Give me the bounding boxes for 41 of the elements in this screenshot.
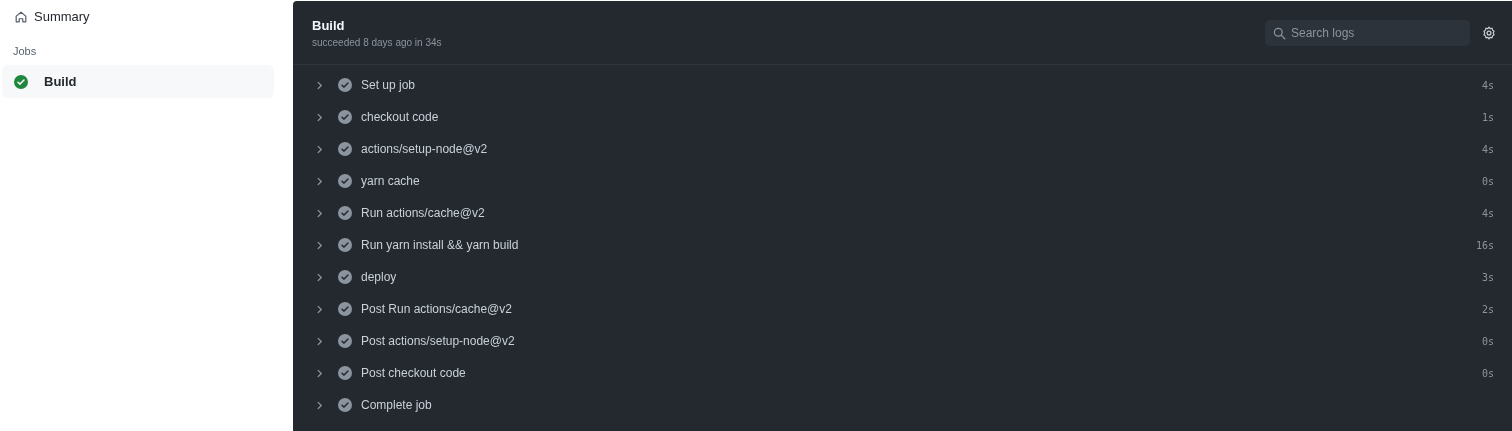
- step-name: Post checkout code: [361, 366, 467, 380]
- step-duration: 0s: [1481, 335, 1494, 347]
- step-duration: 0s: [1481, 175, 1494, 187]
- step-row[interactable]: checkout code 1s: [293, 101, 1512, 133]
- settings-icon[interactable]: [1482, 25, 1496, 40]
- step-name: Complete job: [361, 398, 433, 412]
- step-name: Set up job: [361, 78, 417, 92]
- step-duration: 1s: [1481, 111, 1494, 123]
- jobs-heading: Jobs: [12, 44, 38, 59]
- step-duration: 0s: [1481, 367, 1494, 379]
- step-name: Post actions/setup-node@v2: [361, 334, 516, 348]
- job-subtitle: succeeded 8 days ago in 34s: [312, 36, 442, 48]
- job-item[interactable]: Build: [2, 65, 274, 98]
- step-duration: 16s: [1475, 239, 1494, 251]
- step-row[interactable]: Run yarn install && yarn build 16s: [293, 229, 1512, 261]
- step-duration: 4s: [1481, 207, 1494, 219]
- step-row[interactable]: yarn cache 0s: [293, 165, 1512, 197]
- step-duration: 4s: [1481, 79, 1494, 91]
- step-duration: 2s: [1481, 303, 1494, 315]
- step-row[interactable]: Post Run actions/cache@v2 2s: [293, 293, 1512, 325]
- search-icon: [1273, 26, 1286, 40]
- search-field[interactable]: Search logs: [1265, 19, 1470, 46]
- home-icon: [14, 9, 28, 24]
- step-row[interactable]: Post checkout code 0s: [293, 357, 1512, 389]
- step-name: Run actions/cache@v2: [361, 206, 486, 220]
- step-name: deploy: [361, 270, 398, 284]
- step-name: yarn cache: [361, 174, 421, 188]
- step-name: Post Run actions/cache@v2: [361, 302, 513, 316]
- step-row[interactable]: Set up job 4s: [293, 69, 1512, 101]
- step-name: actions/setup-node@v2: [361, 142, 489, 156]
- step-duration: 4s: [1481, 143, 1494, 155]
- step-row[interactable]: Post actions/setup-node@v2 0s: [293, 325, 1512, 357]
- step-row[interactable]: Run actions/cache@v2 4s: [293, 197, 1512, 229]
- step-name: Run yarn install && yarn build: [361, 238, 520, 252]
- step-row[interactable]: Complete job: [293, 389, 1512, 421]
- step-row[interactable]: deploy 3s: [293, 261, 1512, 293]
- job-title: Build: [312, 17, 346, 33]
- step-row[interactable]: actions/setup-node@v2 4s: [293, 133, 1512, 165]
- step-name: checkout code: [361, 110, 440, 124]
- summary-link[interactable]: Summary: [2, 0, 274, 33]
- step-duration: 3s: [1481, 271, 1494, 283]
